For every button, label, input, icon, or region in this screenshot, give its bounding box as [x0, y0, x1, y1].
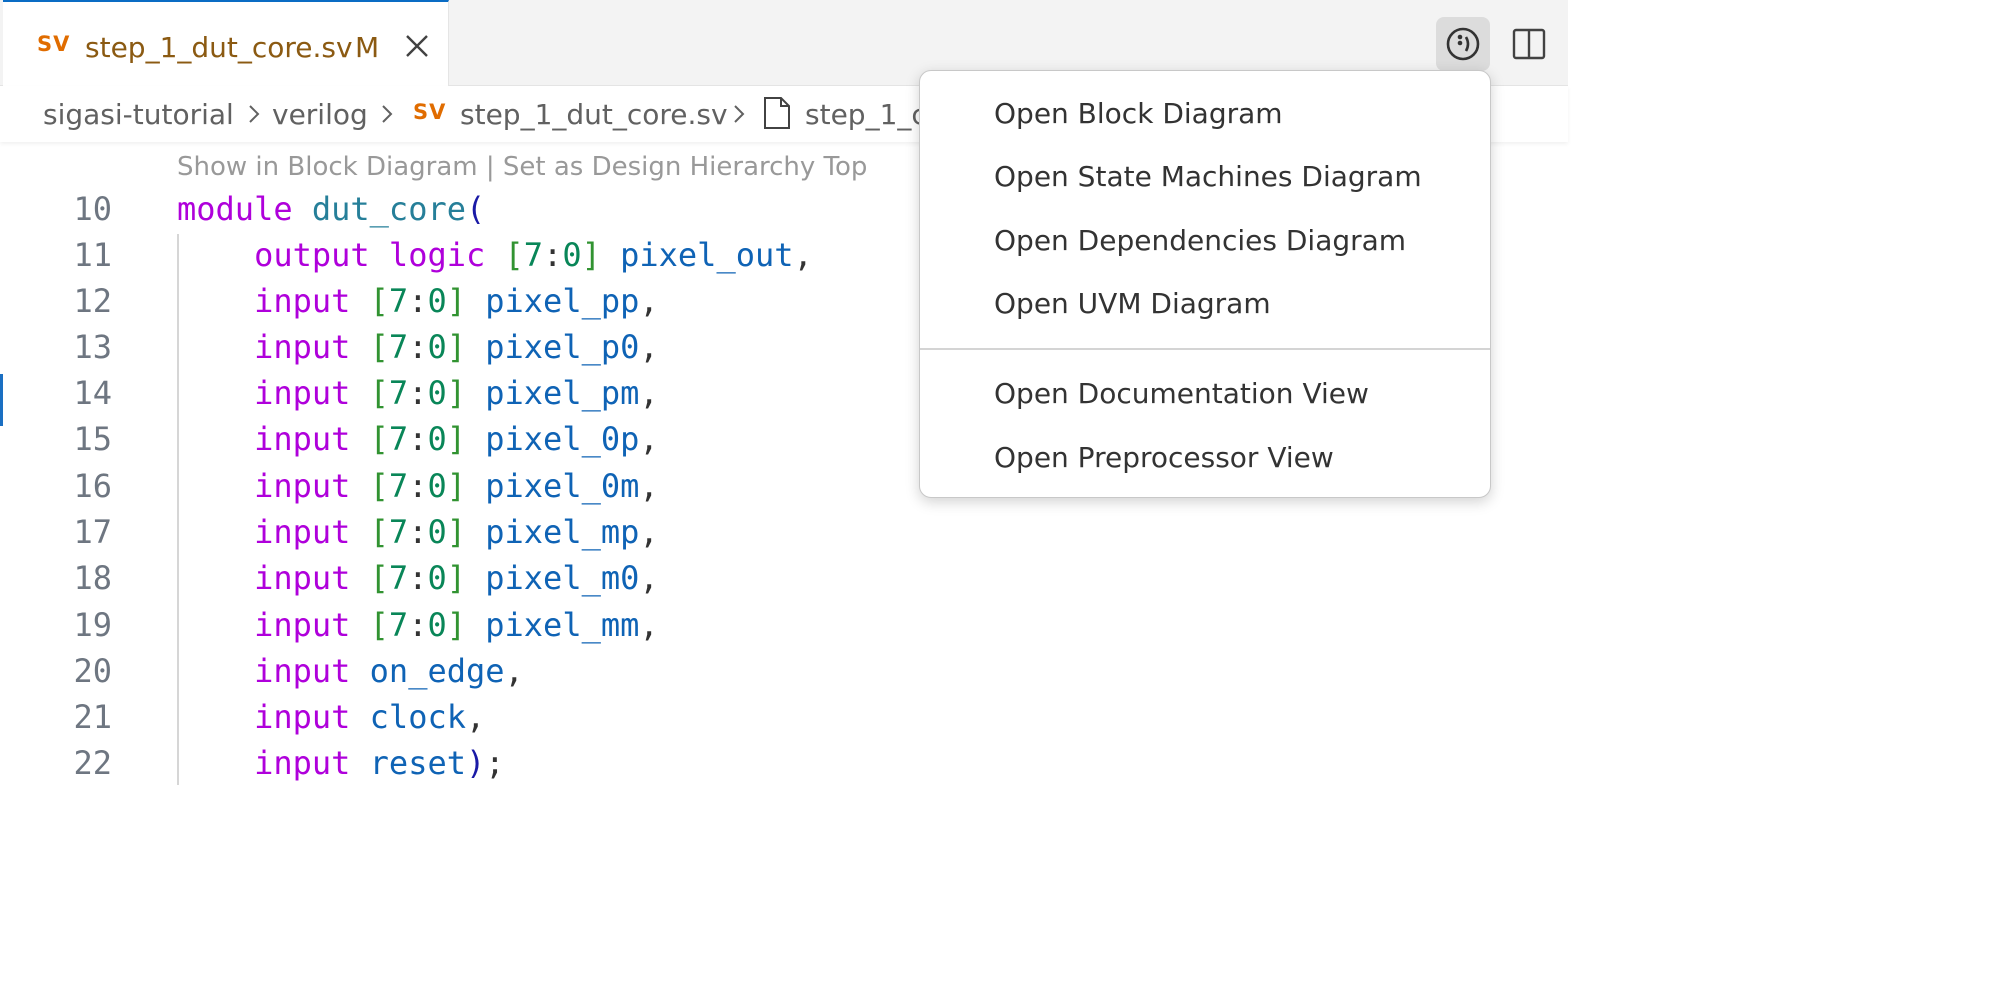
line-number: 13: [73, 328, 112, 366]
chevron-right-icon: [249, 105, 260, 123]
systemverilog-file-icon: SV: [413, 100, 447, 124]
menu-item-open-documentation-view[interactable]: Open Documentation View: [994, 377, 1369, 410]
chevron-right-icon: [382, 105, 393, 123]
line-number: 15: [73, 420, 112, 458]
code-line: 20 input on_edge,: [0, 648, 1568, 694]
menu-item-open-state-machines-diagram[interactable]: Open State Machines Diagram: [994, 160, 1422, 193]
menu-item-open-uvm-diagram[interactable]: Open UVM Diagram: [994, 287, 1271, 320]
more-actions-menu: Open Block Diagram Open State Machines D…: [919, 70, 1491, 498]
modified-indicator: M: [355, 31, 380, 64]
tab-title: step_1_dut_core.sv: [85, 31, 353, 64]
close-icon[interactable]: [401, 30, 433, 62]
line-number: 10: [73, 190, 112, 228]
breadcrumb-item-verilog[interactable]: verilog: [272, 98, 368, 131]
line-number: 12: [73, 282, 112, 320]
line-number: 21: [73, 698, 112, 736]
line-number: 17: [73, 513, 112, 551]
code-line: 18 input [7:0] pixel_m0,: [0, 555, 1568, 601]
more-actions-button[interactable]: [1436, 17, 1490, 71]
split-editor-icon: [1512, 28, 1546, 60]
menu-item-open-block-diagram[interactable]: Open Block Diagram: [994, 97, 1283, 130]
code-line: 21 input clock,: [0, 694, 1568, 740]
line-number: 16: [73, 467, 112, 505]
menu-separator: [920, 348, 1490, 350]
file-icon: [764, 97, 790, 129]
line-number: 22: [73, 744, 112, 782]
chevron-right-icon: [734, 105, 745, 123]
breadcrumb-item-sigasi-tutorial[interactable]: sigasi-tutorial: [43, 98, 234, 131]
line-number: 11: [73, 236, 112, 274]
line-number: 19: [73, 606, 112, 644]
split-editor-button[interactable]: [1502, 17, 1556, 71]
code-line: 22 input reset);: [0, 740, 1568, 786]
breadcrumb-item-file[interactable]: step_1_dut_core.sv: [460, 98, 728, 131]
editor-tab-step-1-dut-core[interactable]: SV step_1_dut_core.sv M: [3, 0, 449, 86]
systemverilog-file-icon: SV: [37, 32, 71, 56]
menu-item-open-dependencies-diagram[interactable]: Open Dependencies Diagram: [994, 224, 1406, 257]
line-number: 20: [73, 652, 112, 690]
info-circle-icon: [1446, 27, 1480, 61]
menu-item-open-preprocessor-view[interactable]: Open Preprocessor View: [994, 441, 1334, 474]
codelens-actions[interactable]: Show in Block Diagram | Set as Design Hi…: [177, 152, 867, 182]
code-line: 19 input [7:0] pixel_mm,: [0, 602, 1568, 648]
breadcrumb-item-symbol[interactable]: step_1_c: [805, 98, 927, 131]
line-number: 14: [73, 374, 112, 412]
code-line: 17 input [7:0] pixel_mp,: [0, 509, 1568, 555]
line-number: 18: [73, 559, 112, 597]
